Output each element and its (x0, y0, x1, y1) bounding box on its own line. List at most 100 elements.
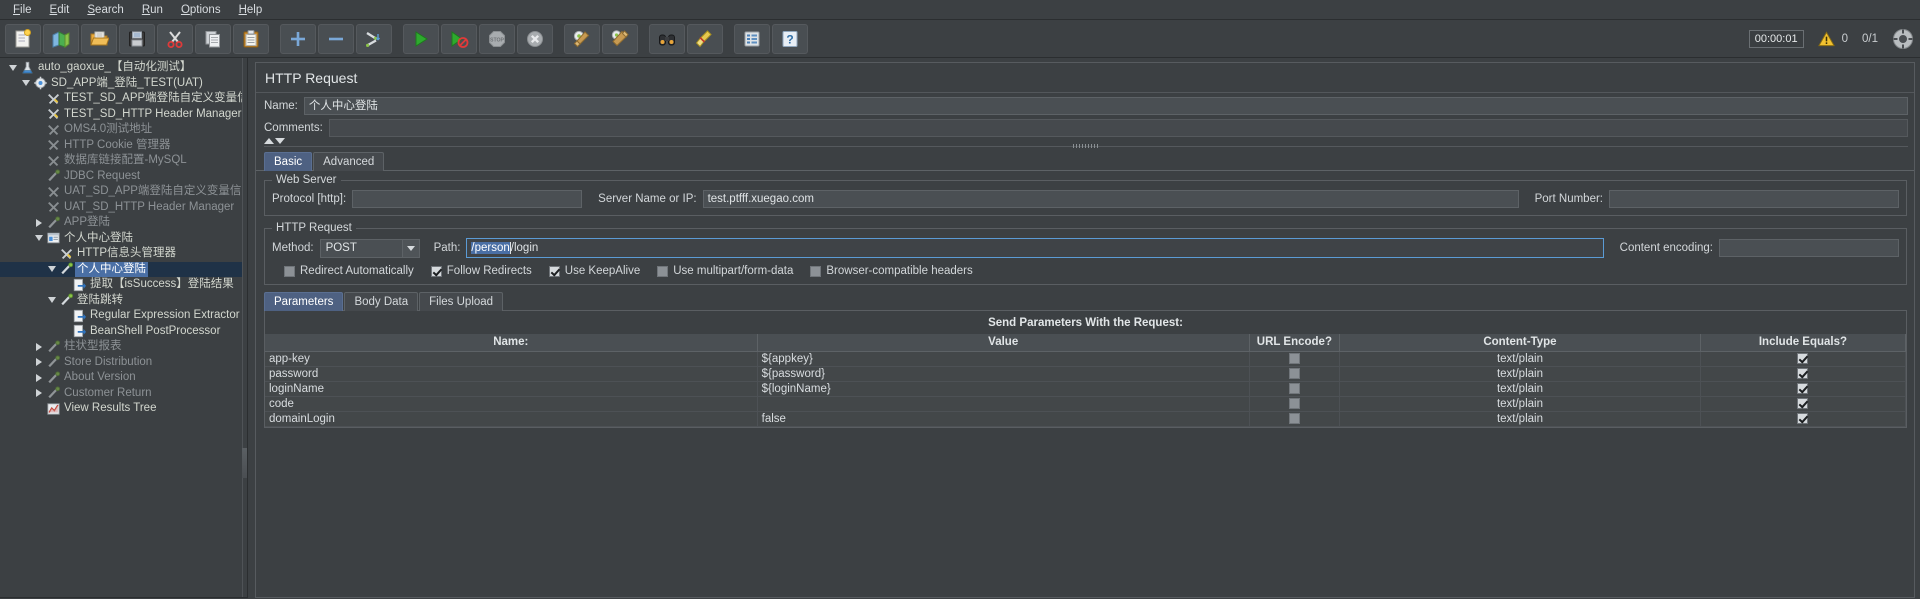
cell-content-type[interactable]: text/plain (1339, 351, 1701, 367)
tree-expand-toggle-open[interactable] (6, 61, 19, 74)
checkbox[interactable] (1288, 367, 1300, 379)
server-input[interactable]: test.ptfff.xuegao.com (702, 190, 1519, 208)
cell-content-type[interactable]: text/plain (1339, 411, 1701, 427)
tree-node[interactable]: Regular Expression Extractor (0, 308, 247, 324)
column-header-name[interactable]: Name: (265, 334, 758, 352)
tree-node[interactable]: Store Distribution (0, 355, 247, 371)
tree-node[interactable]: 柱状型报表 (0, 339, 247, 355)
tree-node[interactable]: 数据库链接配置-MySQL (0, 153, 247, 169)
reset-search-button[interactable] (687, 23, 723, 54)
tree-expand-toggle-closed[interactable] (32, 371, 45, 384)
menu-file[interactable]: File (4, 1, 41, 19)
tree-node[interactable]: About Version (0, 370, 247, 386)
checkbox[interactable] (284, 265, 295, 277)
cell-value[interactable]: ${appkey} (757, 351, 1250, 367)
function-helper-button[interactable] (734, 23, 770, 54)
menu-edit[interactable]: Edit (41, 1, 79, 19)
new-button[interactable] (5, 23, 41, 54)
tree-node[interactable]: JDBC Request (0, 169, 247, 185)
tree-node[interactable]: TEST_SD_APP端登陆自定义变量信息 (0, 91, 247, 107)
checkbox[interactable] (1797, 367, 1809, 379)
tree-node[interactable]: SD_APP端_登陆_TEST(UAT) (0, 76, 247, 92)
cell-url-encode[interactable] (1249, 381, 1341, 397)
tab-parameters[interactable]: Parameters (264, 292, 344, 311)
table-row[interactable]: loginName ${loginName} text/plain (265, 381, 1907, 397)
tree-node-selected[interactable]: 个人中心登陆 (0, 261, 247, 277)
port-input[interactable] (1609, 190, 1899, 208)
cell-value[interactable] (757, 396, 1250, 412)
collapse-all-button[interactable] (318, 23, 354, 54)
cell-value[interactable]: ${password} (757, 366, 1250, 382)
copy-button[interactable] (195, 23, 231, 54)
option-browser-compatible-headers[interactable]: Browser-compatible headers (810, 265, 973, 277)
protocol-input[interactable] (352, 190, 583, 208)
tree-expand-toggle-closed[interactable] (32, 340, 45, 353)
option-follow-redirects[interactable]: Follow Redirects (430, 265, 532, 277)
cell-url-encode[interactable] (1249, 366, 1341, 382)
cell-name[interactable]: app-key (265, 351, 758, 367)
connection-status-icon[interactable] (1892, 28, 1914, 50)
open-button[interactable] (81, 23, 117, 54)
tab-basic[interactable]: Basic (264, 152, 313, 171)
expand-all-button[interactable] (280, 23, 316, 54)
cell-value[interactable]: false (757, 411, 1250, 427)
cell-name[interactable]: password (265, 366, 758, 382)
search-button[interactable] (649, 23, 685, 54)
cell-include-equals[interactable] (1700, 411, 1907, 427)
cell-value[interactable]: ${loginName} (757, 381, 1250, 397)
tree-node[interactable]: Customer Return (0, 386, 247, 402)
cut-button[interactable] (157, 23, 193, 54)
checkbox[interactable] (1288, 412, 1300, 424)
column-header-content-type[interactable]: Content-Type (1339, 334, 1701, 352)
cell-url-encode[interactable] (1249, 396, 1341, 412)
checkbox[interactable] (1288, 397, 1300, 409)
cell-content-type[interactable]: text/plain (1339, 396, 1701, 412)
split-grip[interactable] (242, 448, 247, 478)
cell-include-equals[interactable] (1700, 366, 1907, 382)
tree-node[interactable]: HTTP信息头管理器 (0, 246, 247, 262)
parameters-table[interactable]: Name: Value URL Encode? Content-Type Inc… (264, 334, 1907, 428)
menu-options[interactable]: Options (172, 1, 230, 19)
start-button[interactable] (403, 23, 439, 54)
tree-expand-toggle-closed[interactable] (32, 216, 45, 229)
cell-name[interactable]: domainLogin (265, 411, 758, 427)
tree-expand-toggle-open[interactable] (19, 77, 32, 90)
cell-include-equals[interactable] (1700, 351, 1907, 367)
cell-content-type[interactable]: text/plain (1339, 381, 1701, 397)
cell-url-encode[interactable] (1249, 411, 1341, 427)
tab-files-upload[interactable]: Files Upload (419, 292, 504, 311)
test-plan-tree[interactable]: auto_gaoxue_【自动化测试】 SD_APP端_登陆_TEST(UAT) T… (0, 58, 248, 598)
checkbox[interactable] (548, 265, 560, 277)
checkbox[interactable] (1797, 397, 1809, 409)
checkbox[interactable] (657, 265, 669, 277)
chevron-down-icon[interactable] (401, 239, 419, 257)
checkbox[interactable] (1797, 412, 1809, 424)
option-use-keepalive[interactable]: Use KeepAlive (548, 265, 640, 277)
tree-node[interactable]: TEST_SD_HTTP Header Manager (0, 107, 247, 123)
column-header-value[interactable]: Value (757, 334, 1250, 352)
start-no-pauses-button[interactable] (441, 23, 477, 54)
checkbox[interactable] (1797, 382, 1809, 394)
comments-input[interactable] (328, 119, 1908, 137)
tree-expand-toggle-open[interactable] (32, 232, 45, 245)
tree-expand-toggle-closed[interactable] (32, 356, 45, 369)
checkbox[interactable] (810, 265, 822, 277)
paste-button[interactable] (233, 23, 269, 54)
checkbox[interactable] (1288, 382, 1300, 394)
panel-divider[interactable] (264, 146, 1908, 147)
tree-node[interactable]: 提取【isSuccess】登陆结果 (0, 277, 247, 293)
toggle-button[interactable] (356, 23, 392, 54)
cell-name[interactable]: loginName (265, 381, 758, 397)
shutdown-button[interactable] (517, 23, 553, 54)
menu-run[interactable]: Run (133, 1, 172, 19)
option-use-multipart-form-data[interactable]: Use multipart/form-data (657, 265, 793, 277)
tree-node[interactable]: HTTP Cookie 管理器 (0, 138, 247, 154)
tab-advanced[interactable]: Advanced (313, 152, 385, 171)
tree-node[interactable]: APP登陆 (0, 215, 247, 231)
column-header-url-encode[interactable]: URL Encode? (1249, 334, 1341, 352)
checkbox[interactable] (430, 265, 442, 277)
cell-name[interactable]: code (265, 396, 758, 412)
clear-button[interactable] (564, 23, 600, 54)
tree-node[interactable]: auto_gaoxue_【自动化测试】 (0, 60, 247, 76)
tree-node[interactable]: View Results Tree (0, 401, 247, 417)
